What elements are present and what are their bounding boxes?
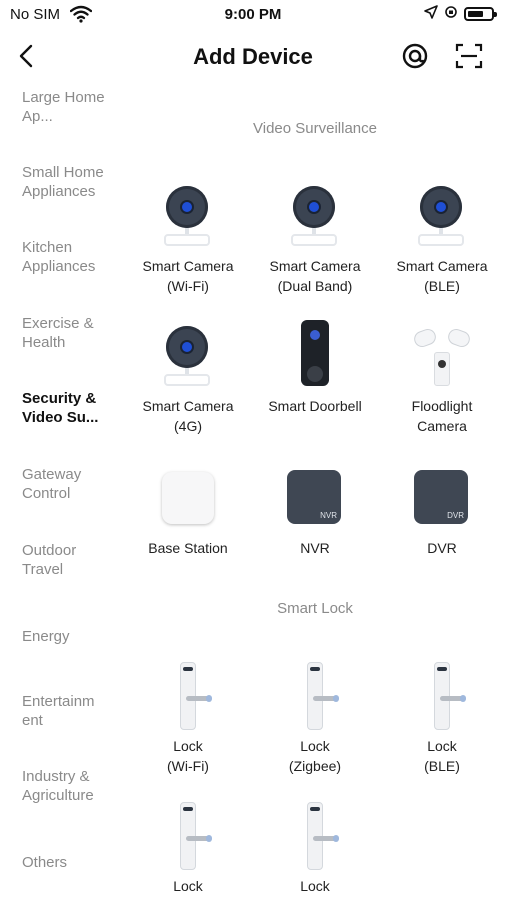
status-bar: No SIM 9:00 PM — [0, 0, 506, 30]
device-lock[interactable]: Lock — [124, 802, 252, 896]
device-name: Lock — [173, 878, 203, 894]
lock-icon — [412, 662, 472, 730]
device-name: DVR — [427, 540, 457, 556]
category-exercise-health[interactable]: Exercise & Health — [22, 314, 117, 352]
at-sign-icon[interactable] — [401, 42, 429, 70]
device-nvr[interactable]: NVR NVR — [251, 468, 379, 558]
device-variant: (BLE) — [424, 278, 460, 294]
device-variant: (BLE) — [424, 758, 460, 774]
device-name: Smart Camera — [396, 258, 488, 274]
category-kitchen-appliances[interactable]: Kitchen Appliances — [22, 238, 117, 276]
device-grid: Video Surveillance Smart Camera (Wi-Fi) S… — [124, 86, 506, 900]
lock-icon — [158, 662, 218, 730]
device-variant: (4G) — [174, 418, 202, 434]
base-station-icon — [158, 468, 218, 528]
camera-icon — [412, 186, 472, 246]
device-floodlight-camera[interactable]: Floodlight Camera — [378, 326, 506, 436]
device-lock-zigbee[interactable]: Lock (Zigbee) — [251, 662, 379, 776]
lock-icon — [285, 802, 345, 870]
device-smart-camera-4g[interactable]: Smart Camera (4G) — [124, 326, 252, 436]
category-security-video[interactable]: Security & Video Su... — [22, 389, 117, 427]
device-variant: Camera — [417, 418, 467, 434]
device-name: Lock — [300, 878, 330, 894]
device-variant: (Dual Band) — [277, 278, 353, 294]
section-title-smart-lock: Smart Lock — [277, 600, 353, 617]
device-variant: (Wi-Fi) — [167, 278, 209, 294]
device-base-station[interactable]: Base Station — [124, 468, 252, 558]
category-sidebar: Large Home Ap... Small Home Appliances K… — [0, 86, 120, 900]
device-name: Floodlight — [411, 398, 473, 414]
battery-icon — [464, 7, 497, 21]
nav-header: Add Device — [0, 30, 506, 86]
device-name: Smart Doorbell — [268, 398, 362, 414]
scan-icon[interactable] — [455, 42, 483, 70]
device-variant: (Zigbee) — [288, 758, 342, 774]
device-name: Smart Camera — [269, 258, 361, 274]
device-lock-wifi[interactable]: Lock (Wi-Fi) — [124, 662, 252, 776]
location-icon — [424, 5, 438, 23]
device-variant: (Wi-Fi) — [167, 758, 209, 774]
category-others[interactable]: Others — [22, 853, 117, 872]
device-name: Lock — [173, 738, 203, 754]
device-smart-camera-wifi[interactable]: Smart Camera (Wi-Fi) — [124, 186, 252, 296]
floodlight-camera-icon — [411, 326, 473, 386]
category-small-home-appliances[interactable]: Small Home Appliances — [22, 163, 117, 201]
category-outdoor-travel[interactable]: Outdoor Travel — [22, 541, 117, 579]
lock-icon — [285, 662, 345, 730]
category-industry-agriculture[interactable]: Industry & Agriculture — [22, 767, 117, 805]
camera-icon — [158, 186, 218, 246]
device-name: Lock — [427, 738, 457, 754]
device-name: Smart Camera — [142, 398, 234, 414]
page-title: Add Device — [193, 44, 313, 69]
device-name: Base Station — [148, 540, 228, 556]
dvr-icon: DVR — [412, 468, 472, 528]
orientation-lock-icon — [444, 5, 458, 23]
category-entertainment[interactable]: Entertainm ent — [22, 692, 117, 730]
camera-icon — [285, 186, 345, 246]
lock-icon — [158, 802, 218, 870]
category-gateway-control[interactable]: Gateway Control — [22, 465, 117, 503]
device-smart-camera-ble[interactable]: Smart Camera (BLE) — [378, 186, 506, 296]
doorbell-icon — [285, 320, 345, 386]
device-name: Smart Camera — [142, 258, 234, 274]
nvr-icon: NVR — [285, 468, 345, 528]
camera-icon — [158, 326, 218, 386]
category-energy[interactable]: Energy — [22, 627, 117, 646]
device-smart-doorbell[interactable]: Smart Doorbell — [251, 320, 379, 416]
device-name: NVR — [300, 540, 330, 556]
category-large-home-appliances[interactable]: Large Home Ap... — [22, 88, 117, 126]
device-dvr[interactable]: DVR DVR — [378, 468, 506, 558]
device-lock-ble[interactable]: Lock (BLE) — [378, 662, 506, 776]
device-name: Lock — [300, 738, 330, 754]
device-lock[interactable]: Lock — [251, 802, 379, 896]
device-smart-camera-dual-band[interactable]: Smart Camera (Dual Band) — [251, 186, 379, 296]
section-title-video-surveillance: Video Surveillance — [253, 120, 377, 137]
